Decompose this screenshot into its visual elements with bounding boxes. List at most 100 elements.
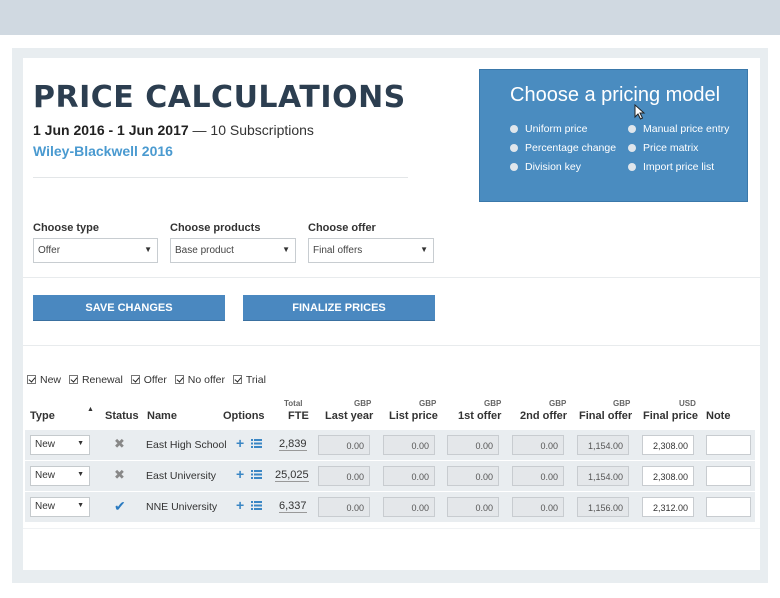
filter-label: Trial (245, 374, 266, 386)
first-offer-input[interactable]: 0.00 (447, 435, 499, 455)
fte-value[interactable]: 25,025 (275, 469, 309, 482)
option-division-key[interactable]: Division key (510, 161, 581, 173)
row-name: East University (146, 470, 217, 482)
final-offer-input[interactable]: 1,154.00 (577, 435, 629, 455)
page-title: PRICE CALCULATIONS (33, 80, 406, 115)
select-value: New (35, 439, 56, 450)
currency-label: GBP (419, 399, 437, 408)
top-bar (0, 0, 780, 35)
list-price-input[interactable]: 0.00 (383, 435, 435, 455)
divider (23, 345, 760, 346)
final-offer-input[interactable]: 1,156.00 (577, 497, 629, 517)
col-name[interactable]: Name (147, 410, 177, 422)
option-price-matrix[interactable]: Price matrix (628, 142, 698, 154)
add-icon[interactable]: + (236, 466, 244, 482)
filter-trial[interactable]: Trial (232, 374, 266, 386)
col-final-offer: Final offer (579, 410, 633, 422)
table-row: New ▼ ✔ NNE University + 6,337 0.00 0.00 … (25, 492, 755, 522)
choose-products-select[interactable]: Base product ▼ (170, 238, 296, 263)
filter-label: Offer (143, 374, 167, 386)
caret-down-icon: ▼ (77, 502, 84, 509)
filter-label: Renewal (81, 374, 123, 386)
sort-up-icon[interactable]: ▲ (87, 406, 94, 413)
filter-label: No offer (187, 374, 225, 386)
col-options: Options (223, 410, 265, 422)
last-year-input[interactable]: 0.00 (318, 466, 370, 486)
type-select[interactable]: New ▼ (30, 435, 90, 455)
finalize-prices-button[interactable]: FINALIZE PRICES (243, 295, 435, 321)
radio-icon[interactable] (628, 163, 636, 171)
type-select[interactable]: New ▼ (30, 466, 90, 486)
col-second-offer: 2nd offer (520, 410, 568, 422)
col-type[interactable]: Type (30, 410, 55, 422)
first-offer-input[interactable]: 0.00 (447, 466, 499, 486)
date-range-value: 1 Jun 2016 - 1 Jun 2017 (33, 122, 189, 138)
radio-icon[interactable] (628, 125, 636, 133)
save-changes-button[interactable]: SAVE CHANGES (33, 295, 225, 321)
filter-no-offer[interactable]: No offer (174, 374, 225, 386)
final-price-input[interactable]: 2,308.00 (642, 435, 694, 455)
note-input[interactable] (706, 435, 751, 455)
date-range: 1 Jun 2016 - 1 Jun 2017 — 10 Subscriptio… (33, 122, 314, 138)
filter-label: New (40, 374, 62, 386)
add-icon[interactable]: + (236, 435, 244, 451)
select-value: Base product (175, 245, 234, 256)
option-uniform-price[interactable]: Uniform price (510, 123, 587, 135)
col-list-price: List price (389, 410, 438, 422)
radio-icon[interactable] (510, 144, 518, 152)
fte-value[interactable]: 6,337 (279, 500, 307, 513)
filter-renewal[interactable]: Renewal (68, 374, 123, 386)
table-row: New ▼ ✖ East University + 25,025 0.00 0.0… (25, 461, 755, 491)
radio-icon[interactable] (510, 125, 518, 133)
option-label: Uniform price (525, 123, 588, 135)
option-manual-price-entry[interactable]: Manual price entry (628, 123, 729, 135)
checkbox-checked-icon[interactable] (174, 375, 184, 384)
select-value: New (35, 501, 56, 512)
final-price-input[interactable]: 2,308.00 (642, 466, 694, 486)
checkbox-checked-icon[interactable] (68, 375, 78, 384)
second-offer-input[interactable]: 0.00 (512, 435, 564, 455)
list-price-input[interactable]: 0.00 (383, 497, 435, 517)
caret-down-icon: ▼ (420, 245, 428, 254)
second-offer-input[interactable]: 0.00 (512, 497, 564, 517)
option-import-price-list[interactable]: Import price list (628, 161, 714, 173)
last-year-input[interactable]: 0.00 (318, 435, 370, 455)
choose-type-select[interactable]: Offer ▼ (33, 238, 158, 263)
checkbox-checked-icon[interactable] (130, 375, 140, 384)
list-icon[interactable] (251, 501, 262, 510)
radio-icon[interactable] (628, 144, 636, 152)
note-input[interactable] (706, 466, 751, 486)
type-select[interactable]: New ▼ (30, 497, 90, 517)
list-icon[interactable] (251, 470, 262, 479)
second-offer-input[interactable]: 0.00 (512, 466, 564, 486)
option-label: Price matrix (643, 142, 699, 154)
option-percentage-change[interactable]: Percentage change (510, 142, 616, 154)
row-name: East High School (146, 439, 227, 451)
list-price-input[interactable]: 0.00 (383, 466, 435, 486)
select-value: Final offers (313, 245, 363, 256)
currency-label: GBP (613, 399, 631, 408)
first-offer-input[interactable]: 0.00 (447, 497, 499, 517)
final-price-input[interactable]: 2,312.00 (642, 497, 694, 517)
filter-offer[interactable]: Offer (130, 374, 167, 386)
currency-label: GBP (484, 399, 502, 408)
subscription-count: — 10 Subscriptions (192, 122, 314, 138)
radio-icon[interactable] (510, 163, 518, 171)
add-icon[interactable]: + (236, 497, 244, 513)
fte-value[interactable]: 2,839 (279, 438, 307, 451)
last-year-input[interactable]: 0.00 (318, 497, 370, 517)
row-name: NNE University (146, 501, 218, 513)
option-label: Manual price entry (643, 123, 730, 135)
final-offer-input[interactable]: 1,154.00 (577, 466, 629, 486)
note-input[interactable] (706, 497, 751, 517)
checkbox-checked-icon[interactable] (232, 375, 242, 384)
choose-offer-select[interactable]: Final offers ▼ (308, 238, 434, 263)
caret-down-icon: ▼ (77, 471, 84, 478)
filter-new[interactable]: New (27, 374, 61, 386)
choose-type-label: Choose type (33, 222, 100, 234)
currency-label: GBP (354, 399, 372, 408)
list-icon[interactable] (251, 439, 262, 448)
publisher-link[interactable]: Wiley-Blackwell 2016 (33, 143, 173, 159)
checkbox-checked-icon[interactable] (27, 375, 36, 384)
mouse-cursor-icon (634, 104, 646, 120)
